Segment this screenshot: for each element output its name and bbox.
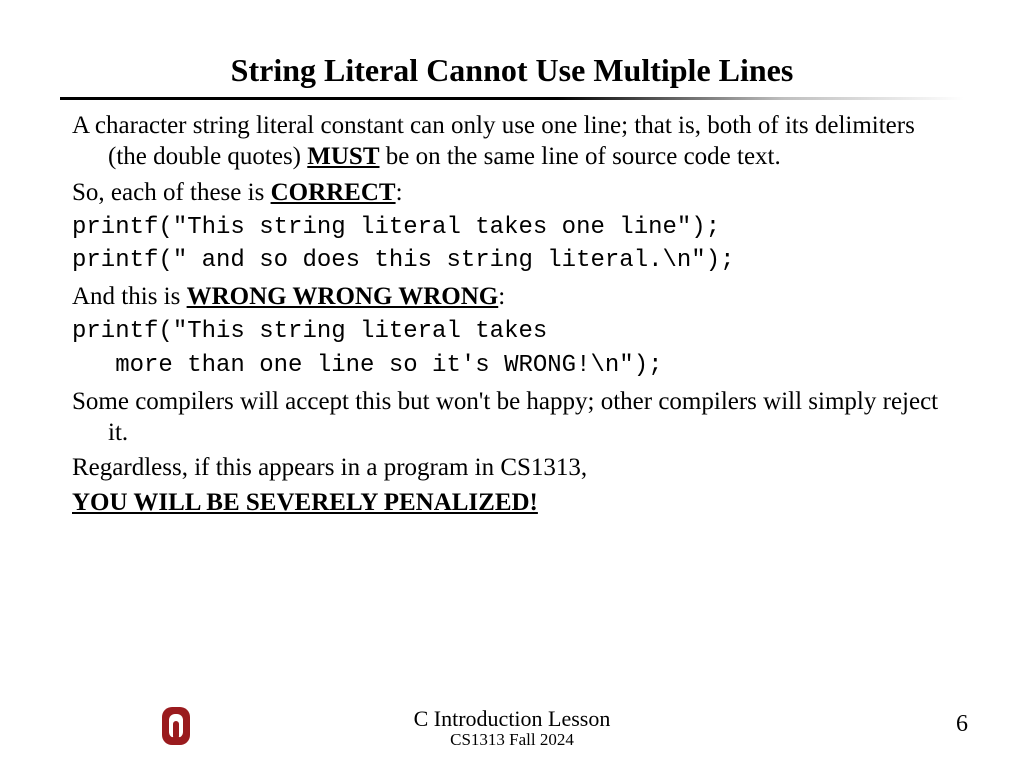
p2-text-b: : bbox=[396, 179, 403, 206]
p1-emphasis: MUST bbox=[307, 143, 379, 170]
footer-course: CS1313 Fall 2024 bbox=[0, 730, 1024, 750]
paragraph-2: So, each of these is CORRECT: bbox=[72, 177, 952, 208]
page-number: 6 bbox=[956, 711, 968, 738]
p3-text-a: And this is bbox=[72, 283, 187, 310]
paragraph-3: And this is WRONG WRONG WRONG: bbox=[72, 281, 952, 312]
footer-lesson: C Introduction Lesson bbox=[0, 707, 1024, 730]
slide: String Literal Cannot Use Multiple Lines… bbox=[0, 0, 1024, 768]
paragraph-5: Regardless, if this appears in a program… bbox=[72, 452, 952, 483]
paragraph-1: A character string literal constant can … bbox=[72, 110, 952, 173]
code-line-4: more than one line so it's WRONG!\n"); bbox=[72, 350, 952, 382]
p3-text-b: : bbox=[498, 283, 505, 310]
p2-text-a: So, each of these is bbox=[72, 179, 271, 206]
p2-emphasis: CORRECT bbox=[271, 179, 396, 206]
code-line-3: printf("This string literal takes bbox=[72, 316, 952, 348]
slide-title: String Literal Cannot Use Multiple Lines bbox=[0, 0, 1024, 97]
footer: C Introduction Lesson CS1313 Fall 2024 bbox=[0, 707, 1024, 750]
code-line-2: printf(" and so does this string literal… bbox=[72, 245, 952, 277]
title-underline bbox=[60, 97, 964, 100]
paragraph-4: Some compilers will accept this but won'… bbox=[72, 386, 952, 449]
p3-emphasis: WRONG WRONG WRONG bbox=[187, 283, 499, 310]
p1-text-b: be on the same line of source code text. bbox=[380, 143, 781, 170]
code-line-1: printf("This string literal takes one li… bbox=[72, 212, 952, 244]
paragraph-6-warning: YOU WILL BE SEVERELY PENALIZED! bbox=[72, 487, 952, 518]
slide-body: A character string literal constant can … bbox=[0, 110, 1024, 519]
